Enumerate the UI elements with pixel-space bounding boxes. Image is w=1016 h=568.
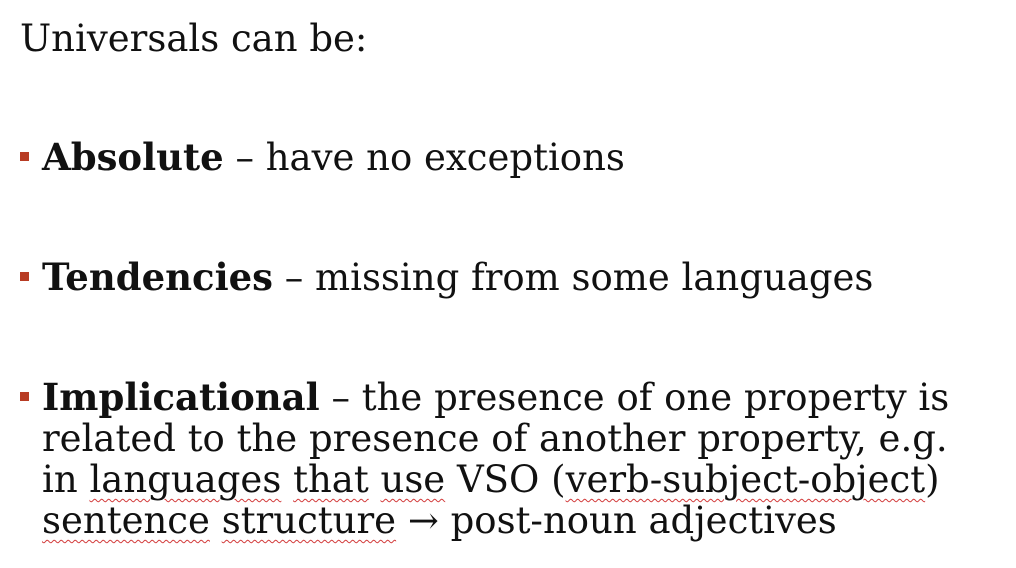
bullet-item-absolute: Absolute – have no exceptions — [20, 137, 1000, 178]
text-fragment: VSO ( — [445, 458, 566, 501]
spellcheck-word: use — [380, 458, 446, 501]
bullet-line-1: Implicational – the presence of one prop… — [42, 375, 1000, 419]
spellcheck-word: sentence — [42, 499, 210, 542]
slide: Universals can be: Absolute – have no ex… — [0, 0, 1016, 568]
bullet-line-4: sentence structure → post-noun adjective… — [42, 500, 1000, 541]
bullet-text: Tendencies – missing from some languages — [42, 255, 1000, 299]
square-bullet-icon — [20, 392, 29, 401]
square-bullet-icon — [20, 272, 29, 281]
spellcheck-word: that — [293, 458, 369, 501]
text-fragment: in — [42, 458, 90, 501]
bullet-text: Absolute – have no exceptions — [42, 135, 1000, 179]
text-fragment: ) — [925, 458, 940, 501]
text-fragment: → post-noun adjectives — [396, 499, 837, 542]
bullet-term: Absolute — [42, 135, 224, 179]
bullet-line-3: in languages that use VSO (verb-subject-… — [42, 459, 1000, 500]
text-fragment — [210, 499, 222, 542]
bullet-description: – missing from some languages — [273, 256, 874, 299]
slide-title: Universals can be: — [20, 17, 368, 60]
bullet-description: – the presence of one property is — [319, 376, 950, 419]
bullet-line-2: related to the presence of another prope… — [42, 417, 948, 460]
bullet-description: – have no exceptions — [223, 136, 625, 179]
text-fragment — [369, 458, 381, 501]
bullet-item-tendencies: Tendencies – missing from some languages — [20, 257, 1000, 298]
spellcheck-word: verb-subject-object — [565, 458, 926, 501]
square-bullet-icon — [20, 152, 29, 161]
bullet-text: Implicational – the presence of one prop… — [42, 375, 1000, 542]
spellcheck-word: languages — [89, 458, 282, 501]
bullet-item-implicational: Implicational – the presence of one prop… — [20, 377, 1000, 541]
bullet-term: Tendencies — [42, 255, 273, 299]
bullet-term: Implicational — [42, 375, 320, 419]
spellcheck-word: structure — [221, 499, 397, 542]
text-fragment — [281, 458, 293, 501]
